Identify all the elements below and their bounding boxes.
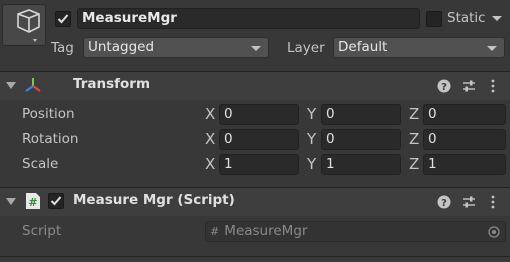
gameobject-name-input[interactable]: MeasureMgr bbox=[77, 8, 420, 29]
rotation-label: Rotation bbox=[22, 131, 79, 147]
rotation-x-axis-label[interactable]: X bbox=[205, 130, 215, 148]
static-dropdown-caret-icon[interactable] bbox=[492, 16, 502, 21]
kebab-menu-icon[interactable] bbox=[490, 79, 496, 93]
tag-value: Untagged bbox=[88, 39, 155, 55]
object-picker-icon[interactable] bbox=[488, 226, 500, 238]
layer-label: Layer bbox=[287, 40, 325, 56]
scale-y-axis-label[interactable]: Y bbox=[307, 155, 316, 173]
svg-text:?: ? bbox=[441, 82, 447, 93]
script-enabled-checkbox[interactable] bbox=[48, 193, 64, 209]
rotation-z-axis-label[interactable]: Z bbox=[409, 130, 419, 148]
foldout-arrow-icon[interactable] bbox=[6, 198, 16, 205]
chevron-down-icon bbox=[251, 46, 261, 51]
script-field-value: MeasureMgr bbox=[224, 223, 308, 239]
gameobject-icon[interactable] bbox=[2, 4, 46, 46]
layer-value: Default bbox=[338, 39, 388, 55]
svg-text:?: ? bbox=[441, 198, 447, 209]
rotation-y-axis-label[interactable]: Y bbox=[307, 130, 316, 148]
transform-icon bbox=[25, 78, 41, 92]
script-field-label: Script bbox=[22, 223, 62, 239]
position-y-field[interactable]: 0 bbox=[321, 104, 401, 125]
rotation-z-field[interactable]: 0 bbox=[423, 129, 506, 150]
scale-x-axis-label[interactable]: X bbox=[205, 155, 215, 173]
position-x-field[interactable]: 0 bbox=[219, 104, 299, 125]
csharp-script-small-icon: # bbox=[210, 225, 220, 238]
scale-y-field[interactable]: 1 bbox=[321, 154, 401, 175]
foldout-arrow-icon[interactable] bbox=[6, 82, 16, 89]
tag-dropdown[interactable]: Untagged bbox=[83, 37, 269, 58]
tag-label: Tag bbox=[51, 40, 74, 56]
presets-icon[interactable] bbox=[462, 195, 476, 209]
position-x-axis-label[interactable]: X bbox=[205, 105, 215, 123]
layer-dropdown[interactable]: Default bbox=[333, 37, 505, 58]
presets-icon[interactable] bbox=[462, 79, 476, 93]
checkmark-icon bbox=[50, 196, 62, 206]
csharp-script-icon: # bbox=[26, 193, 40, 209]
script-component-header[interactable]: # Measure Mgr (Script) ? bbox=[0, 187, 510, 216]
kebab-menu-icon[interactable] bbox=[490, 195, 496, 209]
bottom-divider bbox=[0, 256, 510, 257]
scale-x-field[interactable]: 1 bbox=[219, 154, 299, 175]
active-checkbox[interactable] bbox=[55, 11, 71, 27]
transform-title: Transform bbox=[73, 76, 151, 92]
script-object-field[interactable]: # MeasureMgr bbox=[205, 221, 506, 242]
scale-z-field[interactable]: 1 bbox=[423, 154, 506, 175]
rotation-x-field[interactable]: 0 bbox=[219, 129, 299, 150]
chevron-down-icon bbox=[487, 46, 497, 51]
scale-label: Scale bbox=[22, 156, 59, 172]
help-icon[interactable]: ? bbox=[437, 79, 451, 93]
checkmark-icon bbox=[57, 14, 69, 24]
scale-z-axis-label[interactable]: Z bbox=[409, 155, 419, 173]
transform-header[interactable]: Transform ? bbox=[0, 71, 510, 100]
static-label[interactable]: Static bbox=[447, 10, 486, 26]
position-z-axis-label[interactable]: Z bbox=[409, 105, 419, 123]
position-label: Position bbox=[22, 106, 75, 122]
rotation-y-field[interactable]: 0 bbox=[321, 129, 401, 150]
svg-text:#: # bbox=[28, 196, 37, 209]
position-y-axis-label[interactable]: Y bbox=[307, 105, 316, 123]
position-z-field[interactable]: 0 bbox=[423, 104, 506, 125]
static-checkbox[interactable] bbox=[426, 11, 442, 27]
help-icon[interactable]: ? bbox=[437, 195, 451, 209]
script-component-title: Measure Mgr (Script) bbox=[73, 192, 235, 208]
